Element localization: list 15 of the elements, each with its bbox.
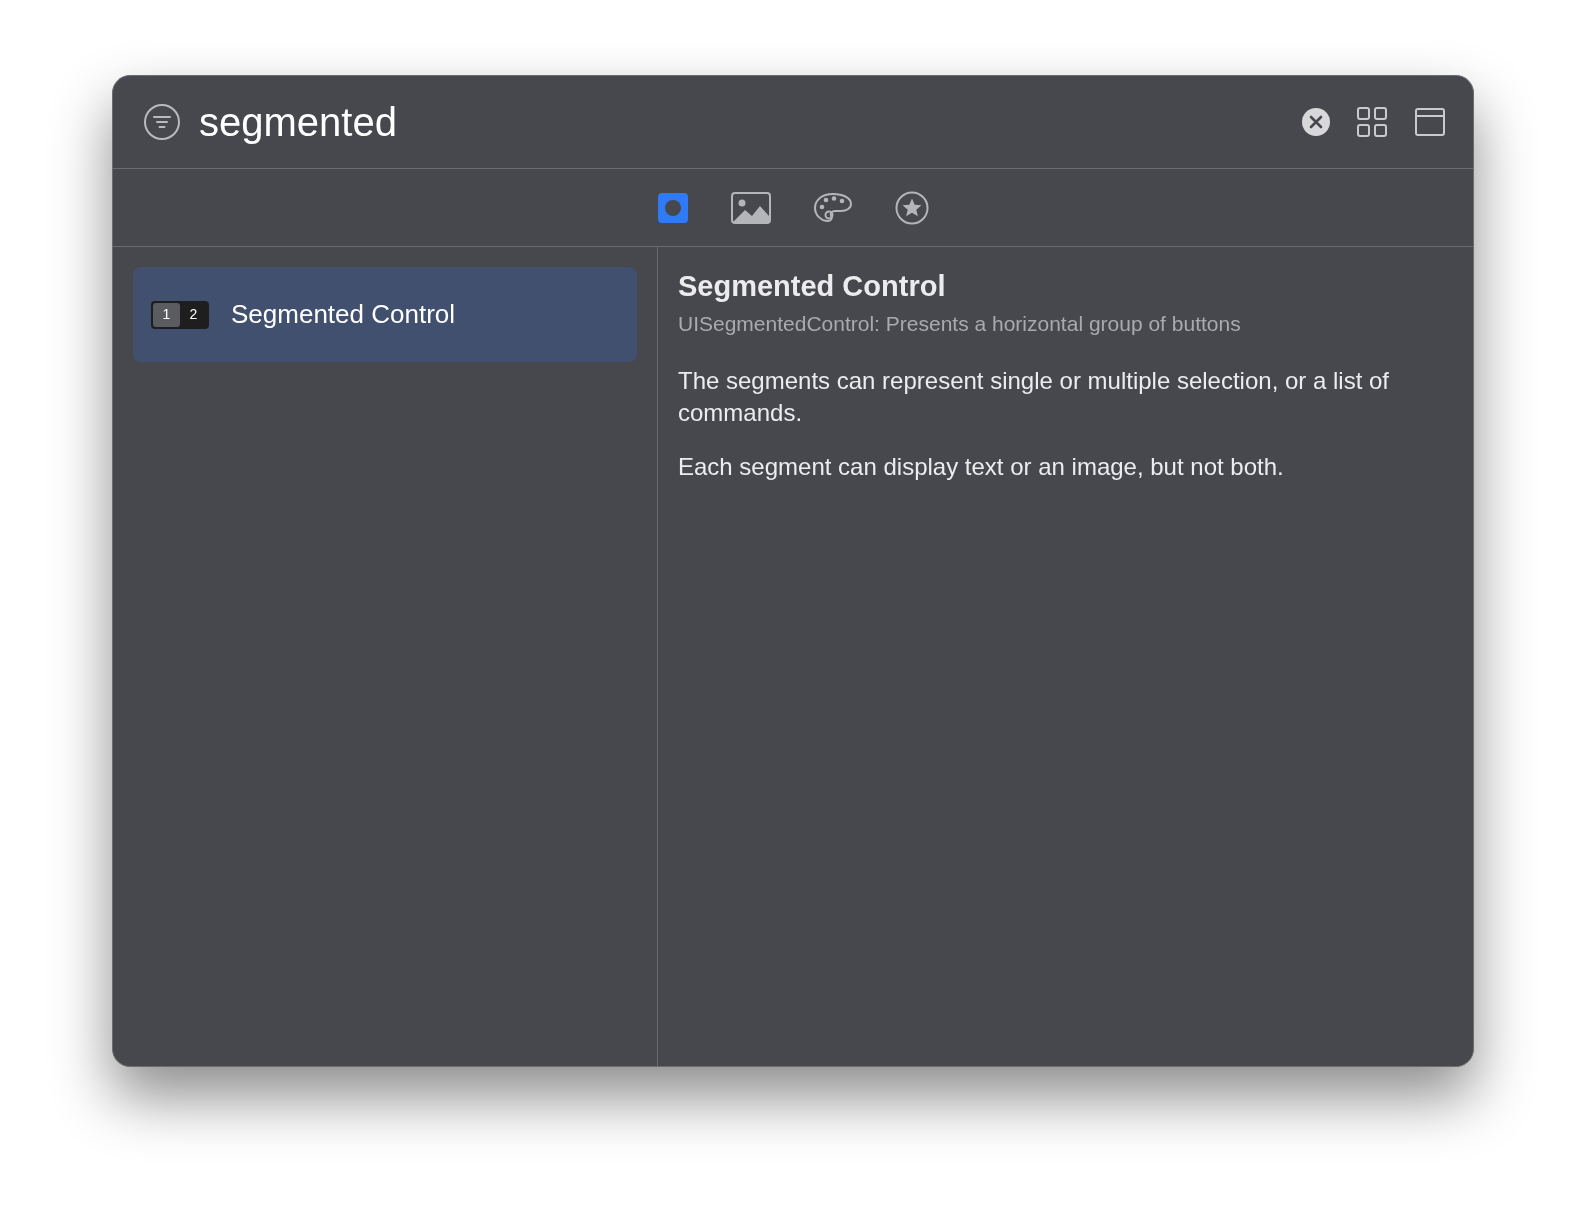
clear-icon[interactable] <box>1301 107 1331 137</box>
detail-subtitle: UISegmentedControl: Presents a horizontal group of buttons <box>678 310 1242 337</box>
detail-paragraph: Each segment can display text or an image, but not both. <box>678 452 1285 483</box>
star-icon[interactable] <box>895 190 929 225</box>
grid-view-icon[interactable] <box>1357 107 1387 137</box>
window-icon[interactable] <box>1415 108 1445 136</box>
result-title: Segmented Control <box>231 298 456 331</box>
detail-paragraph: The segments can represent single or multiple selection, or a list of commands. <box>678 366 1390 429</box>
palette-icon[interactable] <box>813 191 853 224</box>
result-item[interactable]: 1 2 Segmented Control <box>133 267 637 362</box>
segmented-control-icon: 1 2 <box>151 300 209 329</box>
detail-title: Segmented Control <box>678 269 947 304</box>
search-field[interactable]: segmented <box>199 92 1283 152</box>
image-icon[interactable] <box>731 191 771 224</box>
filter-icon[interactable] <box>143 103 181 141</box>
